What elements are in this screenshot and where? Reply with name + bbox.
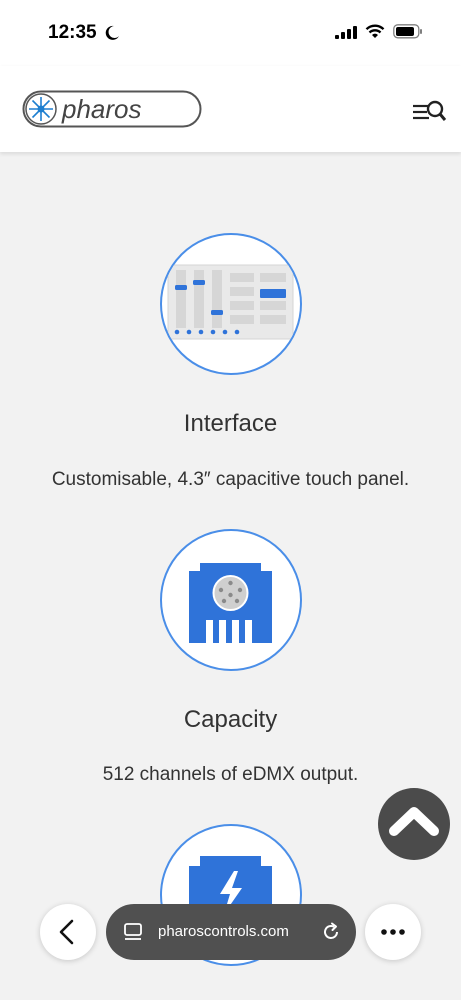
url-text[interactable]: pharoscontrols.com: [158, 923, 289, 940]
status-time: 12:35: [48, 22, 97, 43]
reload-icon[interactable]: [320, 921, 342, 943]
status-bar: 12:35: [0, 0, 461, 66]
feature-title-interface: Interface: [183, 410, 278, 437]
moon-icon: [105, 25, 119, 40]
more-icon: [381, 929, 405, 935]
capacity-icon-circle: [160, 529, 302, 671]
logo-text: pharos: [61, 94, 142, 124]
status-icons: [335, 24, 423, 39]
chevron-up-icon: [389, 807, 439, 836]
back-button[interactable]: [40, 904, 96, 960]
feature-title-capacity: Capacity: [183, 706, 278, 733]
more-button[interactable]: [365, 904, 421, 960]
browser-toolbar: pharoscontrols.com: [0, 896, 461, 970]
menu-search-icon[interactable]: [411, 98, 447, 124]
touch-panel-icon: [167, 264, 294, 340]
feature-desc-interface: Customisable, 4.3″ capacitive touch pane…: [51, 469, 410, 490]
tabs-icon[interactable]: [122, 921, 144, 943]
dmx-connector-icon: [189, 563, 272, 643]
feature-desc-capacity: 512 channels of eDMX output.: [102, 764, 359, 785]
pharos-logo[interactable]: pharos: [22, 90, 202, 128]
chevron-left-icon: [59, 919, 74, 945]
battery-icon: [393, 24, 422, 39]
address-bar[interactable]: pharoscontrols.com: [106, 904, 356, 960]
wifi-icon: [365, 24, 385, 38]
scroll-to-top-button[interactable]: [378, 788, 450, 860]
interface-icon-circle: [160, 233, 302, 375]
signal-icon: [335, 25, 357, 39]
site-header: pharos: [0, 66, 461, 152]
